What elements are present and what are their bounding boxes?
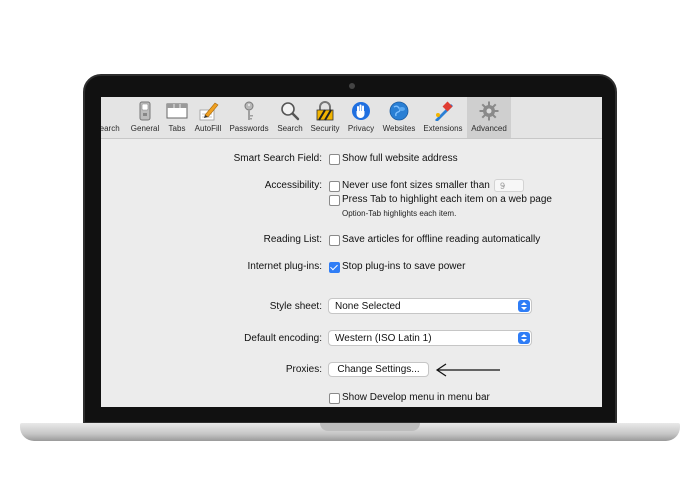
toolbar-item-label: Search [277,124,303,133]
toolbar-item-label: Extensions [423,124,463,133]
laptop-base [20,423,680,441]
proxies-label: Proxies: [285,364,322,375]
preferences-toolbar: Search General Tabs [101,97,602,139]
stop-plugins-checkbox[interactable] [329,262,340,273]
show-develop-checkbox[interactable] [329,393,340,404]
toolbar-item-label: Search [101,124,120,133]
default-encoding-select[interactable]: Western (ISO Latin 1) [328,330,532,346]
globe-icon [389,101,409,121]
toolbar-item-label: Tabs [168,124,186,133]
general-switch-icon [139,101,151,121]
reading-list-label: Reading List: [263,234,322,245]
save-offline-checkbox[interactable] [329,235,340,246]
stop-plugins-text: Stop plug-ins to save power [342,261,466,272]
chevron-down-icon: ⌄ [500,180,507,189]
option-tab-note: Option-Tab highlights each item. [342,209,457,218]
toolbar-item-search-partial[interactable]: Search [101,97,125,138]
hand-icon [352,102,370,120]
toolbar-item-extensions[interactable]: Extensions [421,97,465,138]
min-font-size-text: Never use font sizes smaller than [342,180,490,191]
style-sheet-select[interactable]: None Selected [328,298,532,314]
press-tab-text: Press Tab to highlight each item on a we… [342,194,552,205]
min-font-size-checkbox[interactable] [329,181,340,192]
default-encoding-value: Western (ISO Latin 1) [335,333,432,344]
plugins-label: Internet plug-ins: [247,261,323,272]
toolbar-item-label: Security [310,124,340,133]
tabs-icon [166,103,188,119]
gear-icon [479,101,499,121]
lock-icon [316,101,334,121]
key-icon [244,101,254,120]
arrow-pointer-icon [435,363,500,377]
show-full-address-checkbox[interactable] [329,154,340,165]
toolbar-item-autofill[interactable]: AutoFill [192,97,224,138]
toolbar-item-label: Privacy [347,124,375,133]
camera-dot [349,83,355,89]
save-offline-text: Save articles for offline reading automa… [342,234,541,245]
magnifier-icon [281,102,300,121]
toolbar-item-general[interactable]: General [127,97,163,138]
toolbar-item-tabs[interactable]: Tabs [164,97,190,138]
change-settings-button[interactable]: Change Settings... [328,362,429,377]
safari-preferences-window: Search General Tabs [101,97,602,407]
style-sheet-value: None Selected [335,301,401,312]
toolbar-item-security[interactable]: Security [308,97,342,138]
puzzle-icon [435,101,453,121]
autofill-pencil-icon [199,102,219,121]
toolbar-item-label: General [130,124,160,133]
stepper-arrows-icon [518,332,530,344]
toolbar-item-label: Advanced [471,124,507,133]
stepper-arrows-icon [518,300,530,312]
toolbar-item-advanced[interactable]: Advanced [467,97,511,138]
toolbar-item-search[interactable]: Search [274,97,306,138]
accessibility-label: Accessibility: [264,180,322,191]
min-font-size-select[interactable]: 9 ⌄ [494,179,524,192]
show-full-address-text: Show full website address [342,153,458,164]
smart-search-label: Smart Search Field: [233,153,322,164]
show-develop-text: Show Develop menu in menu bar [342,392,490,403]
press-tab-checkbox[interactable] [329,195,340,206]
style-sheet-label: Style sheet: [269,301,322,312]
toolbar-item-passwords[interactable]: Passwords [227,97,271,138]
toolbar-item-privacy[interactable]: Privacy [345,97,377,138]
toolbar-item-websites[interactable]: Websites [380,97,418,138]
default-encoding-label: Default encoding: [244,333,322,344]
toolbar-item-label: AutoFill [194,124,222,133]
toolbar-item-label: Websites [382,124,416,133]
laptop-notch [320,423,420,431]
toolbar-item-label: Passwords [229,124,269,133]
